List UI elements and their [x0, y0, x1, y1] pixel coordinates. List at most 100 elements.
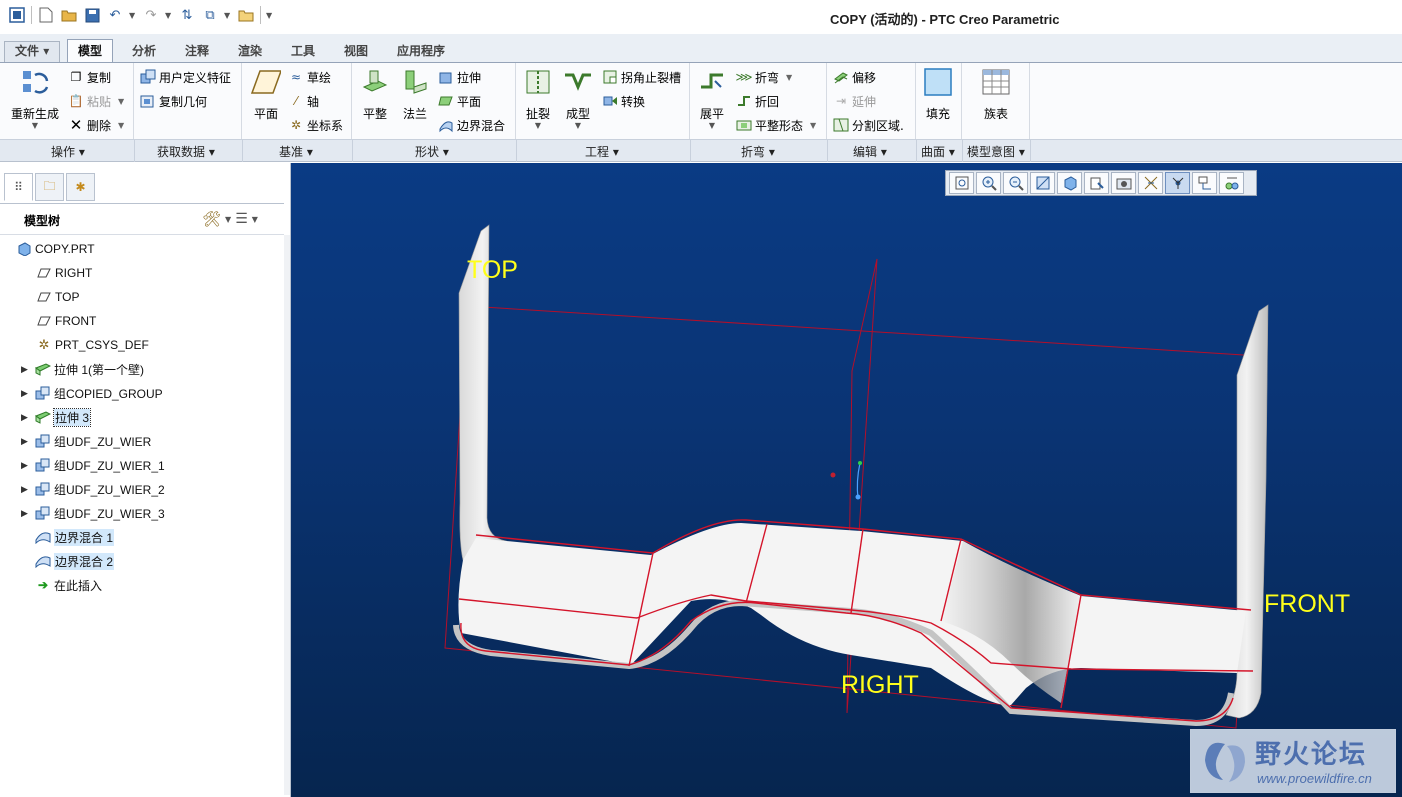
model-scene[interactable]: [291, 163, 1402, 797]
group-bends-label[interactable]: 折弯 ▾: [741, 143, 775, 160]
group-shapes-label[interactable]: 形状 ▾: [415, 143, 449, 160]
bend-back-button[interactable]: 折回: [736, 90, 779, 112]
delete-button[interactable]: ✕ 删除 ▼: [68, 114, 124, 136]
tab-model[interactable]: 模型: [67, 39, 114, 63]
group-operations-label[interactable]: 操作 ▾: [51, 143, 85, 160]
tree-item-boundary-blend-2[interactable]: 边界混合 2: [35, 551, 115, 571]
copy-button[interactable]: ❐ 复制: [68, 66, 111, 88]
app-menu-icon[interactable]: [8, 6, 26, 24]
sketch-button[interactable]: ≈ 草绘: [288, 66, 331, 88]
convert-button[interactable]: 转换: [602, 90, 645, 112]
boundary-blend-button[interactable]: 边界混合: [438, 114, 505, 136]
rip-button[interactable]: 扯裂 ▼: [516, 67, 560, 130]
tree-item-udf-3[interactable]: ▶ 组UDF_ZU_WIER_3: [21, 503, 165, 523]
regenerate-button[interactable]: 重新生成 ▼: [10, 67, 60, 130]
extrude-button[interactable]: 拉伸: [438, 66, 481, 88]
datum-label-top[interactable]: TOP: [467, 256, 518, 285]
bend-button[interactable]: ⋙ 折弯 ▼: [735, 66, 792, 88]
tab-analysis[interactable]: 分析: [121, 41, 167, 62]
settings-dropdown-icon[interactable]: ▼: [225, 215, 231, 224]
flange-button[interactable]: 法兰: [393, 67, 437, 122]
tree-item-extrude-3[interactable]: ▶ 拉伸 3: [21, 407, 92, 427]
tree-item-boundary-blend-1[interactable]: 边界混合 1: [35, 527, 115, 547]
tree-item-top[interactable]: TOP: [36, 287, 79, 307]
redo-dropdown-icon[interactable]: ▼: [165, 11, 173, 20]
tree-item-front[interactable]: FRONT: [36, 311, 96, 331]
paste-dropdown-icon[interactable]: ▼: [118, 97, 124, 106]
tree-item-copied-group[interactable]: ▶ 组COPIED_GROUP: [21, 383, 163, 403]
graphics-window[interactable]: TOP FRONT RIGHT 野火论坛 www.proewildfire.cn: [291, 163, 1402, 797]
offset-button[interactable]: 偏移: [833, 66, 876, 88]
unbend-dropdown-icon[interactable]: ▼: [690, 122, 734, 130]
tree-item-udf-1[interactable]: ▶ 组UDF_ZU_WIER_1: [21, 455, 165, 475]
open-folder-icon[interactable]: [60, 6, 78, 24]
show-list-icon[interactable]: ☰: [235, 211, 248, 227]
redo-icon[interactable]: ↷: [142, 6, 160, 24]
datum-label-front[interactable]: FRONT: [1264, 590, 1350, 619]
tree-item-udf-2[interactable]: ▶ 组UDF_ZU_WIER_2: [21, 479, 165, 499]
windows-icon[interactable]: ⧉: [201, 6, 219, 24]
close-window-icon[interactable]: [237, 6, 255, 24]
tab-view[interactable]: 视图: [333, 41, 379, 62]
tree-item-insert-here[interactable]: ➔ 在此插入: [35, 575, 102, 595]
tab-applications[interactable]: 应用程序: [386, 41, 456, 62]
fill-button[interactable]: 填充: [916, 67, 960, 122]
flatten-button[interactable]: 平整形态 ▼: [736, 114, 816, 136]
favorites-tab[interactable]: ✱: [66, 173, 95, 201]
show-dropdown-icon[interactable]: ▼: [252, 215, 258, 224]
undo-icon[interactable]: ↶: [106, 6, 124, 24]
tree-item-extrude-1[interactable]: ▶ 拉伸 1(第一个壁): [21, 359, 144, 379]
settings-tools-icon[interactable]: 🛠: [202, 210, 221, 228]
flatten-dropdown-icon[interactable]: ▼: [810, 121, 816, 130]
expand-arrow-icon[interactable]: ▶: [21, 388, 31, 399]
delete-dropdown-icon[interactable]: ▼: [118, 121, 124, 130]
expand-arrow-icon[interactable]: ▶: [21, 364, 31, 375]
copy-geometry-button[interactable]: 复制几何: [140, 90, 207, 112]
regenerate-dropdown-icon[interactable]: ▼: [10, 122, 60, 130]
bend-dropdown-icon[interactable]: ▼: [786, 73, 792, 82]
folder-browser-tab[interactable]: 🗀: [35, 173, 64, 201]
user-defined-feature-button[interactable]: 用户定义特征: [140, 66, 231, 88]
regenerate-small-icon[interactable]: ⇅: [178, 6, 196, 24]
model-tree-scrollbar[interactable]: [284, 235, 290, 795]
group-editing-label[interactable]: 编辑 ▾: [853, 143, 887, 160]
expand-arrow-icon[interactable]: ▶: [21, 484, 31, 495]
tab-annotate[interactable]: 注释: [174, 41, 220, 62]
paste-button[interactable]: 📋 粘贴 ▼: [68, 90, 125, 112]
windows-dropdown-icon[interactable]: ▼: [224, 11, 232, 20]
group-get-data-label[interactable]: 获取数据 ▾: [157, 143, 215, 160]
expand-arrow-icon[interactable]: ▶: [21, 508, 31, 519]
form-dropdown-icon[interactable]: ▼: [556, 122, 600, 130]
unbend-button[interactable]: 展平 ▼: [690, 67, 734, 130]
tab-tools[interactable]: 工具: [280, 41, 326, 62]
split-area-button[interactable]: 分割区域.: [833, 114, 904, 136]
form-button[interactable]: 成型 ▼: [556, 67, 600, 130]
datum-label-right[interactable]: RIGHT: [841, 671, 919, 700]
axis-button[interactable]: ⁄ 轴: [288, 90, 319, 112]
tab-file[interactable]: 文件 ▾: [4, 41, 61, 62]
model-tree-tab[interactable]: ⠿: [4, 173, 33, 201]
customize-qat-icon[interactable]: ▼: [266, 11, 274, 20]
group-datum-label[interactable]: 基准 ▾: [279, 143, 313, 160]
flat-wall-button[interactable]: 平整: [353, 67, 397, 122]
rip-dropdown-icon[interactable]: ▼: [516, 122, 560, 130]
plane-button[interactable]: 平面: [244, 67, 288, 122]
expand-arrow-icon[interactable]: ▶: [21, 412, 31, 423]
tree-item-csys[interactable]: ✲ PRT_CSYS_DEF: [36, 335, 149, 355]
group-engineering-label[interactable]: 工程 ▾: [585, 143, 619, 160]
tab-render[interactable]: 渲染: [227, 41, 273, 62]
tree-item-udf[interactable]: ▶ 组UDF_ZU_WIER: [21, 431, 151, 451]
csys-button[interactable]: ✲ 坐标系: [288, 114, 343, 136]
expand-arrow-icon[interactable]: ▶: [21, 460, 31, 471]
tree-item-right[interactable]: RIGHT: [36, 263, 92, 283]
group-model-intent-label[interactable]: 模型意图 ▾: [967, 143, 1025, 160]
undo-dropdown-icon[interactable]: ▼: [129, 11, 137, 20]
save-icon[interactable]: [83, 6, 101, 24]
extend-button[interactable]: ⇥ 延伸: [833, 90, 876, 112]
group-surfaces-label[interactable]: 曲面 ▾: [921, 143, 955, 160]
family-table-button[interactable]: 族表: [974, 67, 1018, 122]
tree-item-part[interactable]: COPY.PRT: [16, 239, 95, 259]
planar-button[interactable]: 平面: [438, 90, 481, 112]
new-file-icon[interactable]: [37, 6, 55, 24]
corner-relief-button[interactable]: 拐角止裂槽: [602, 66, 681, 88]
